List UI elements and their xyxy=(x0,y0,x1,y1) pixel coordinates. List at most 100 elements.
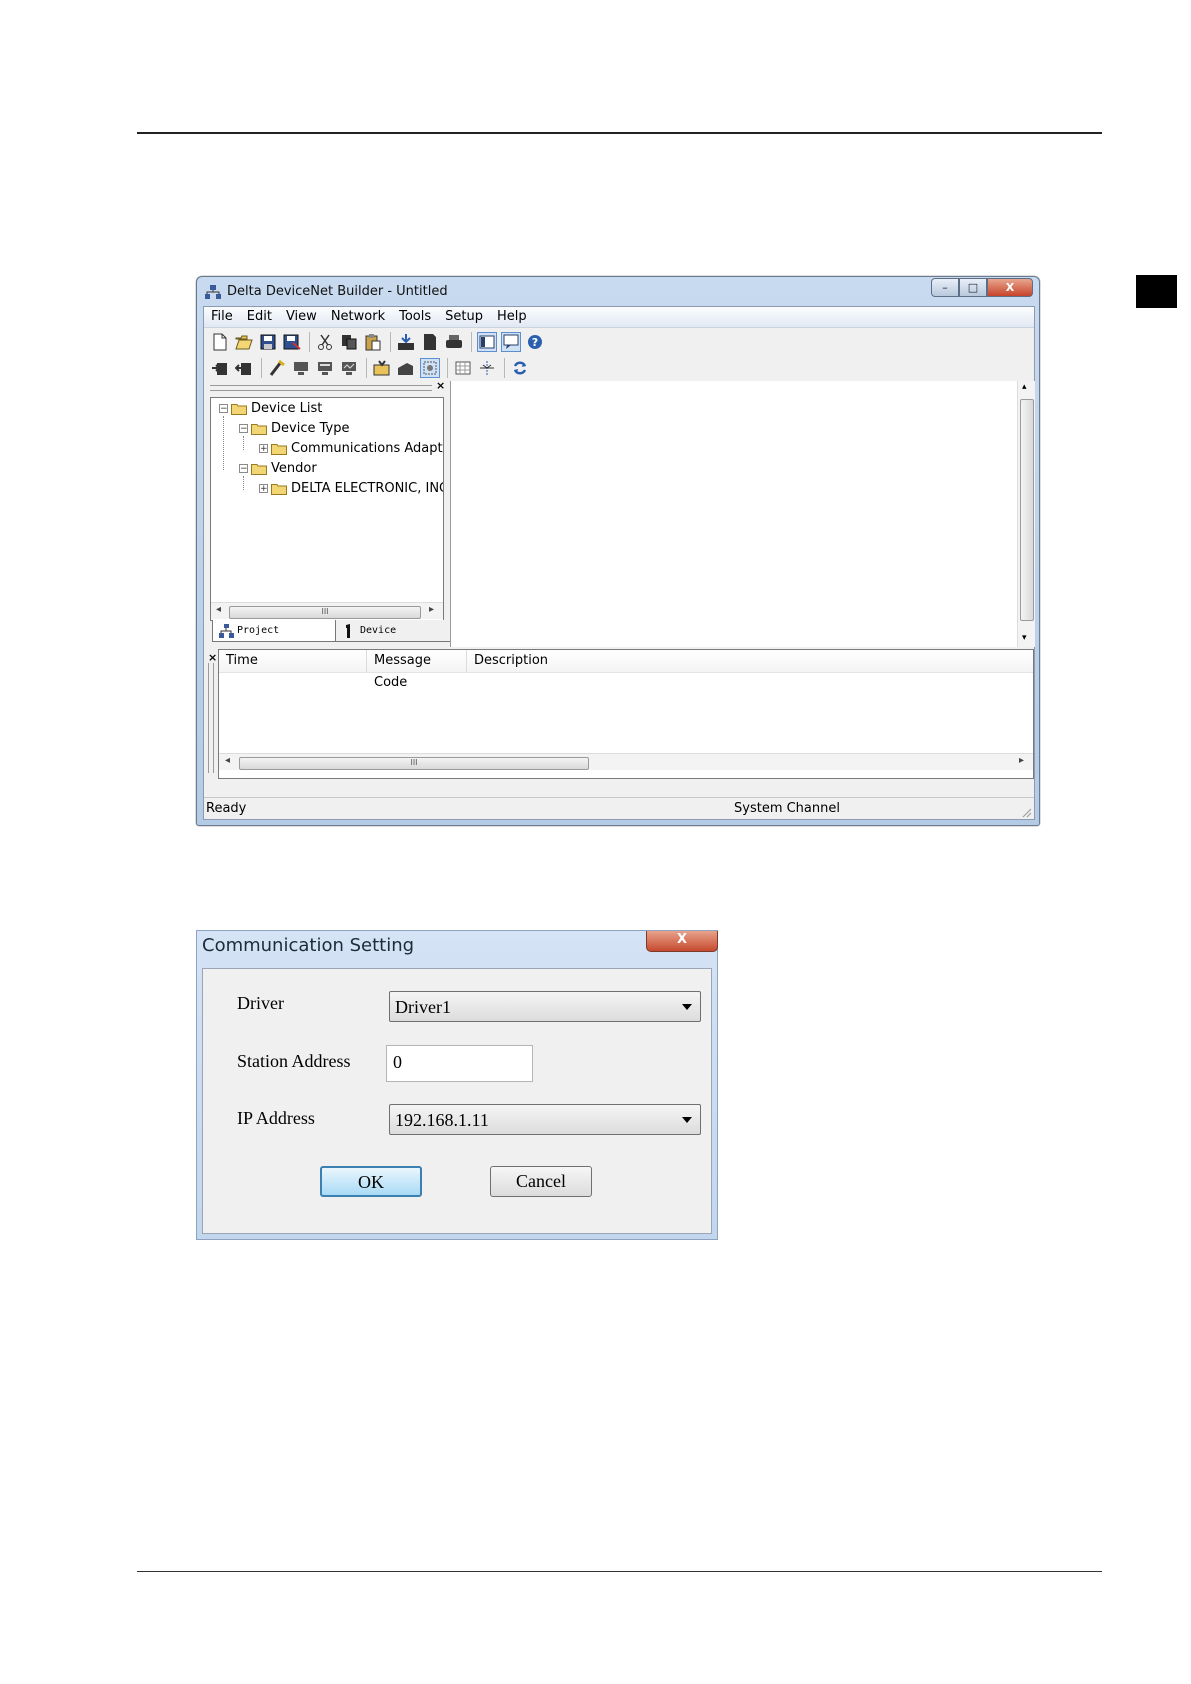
scroll-thumb[interactable]: III xyxy=(229,606,421,619)
menu-setup[interactable]: Setup xyxy=(438,307,490,327)
tree-horizontal-scrollbar[interactable]: ◂ III ▸ xyxy=(211,602,443,619)
device-icon xyxy=(346,623,350,638)
tree-guide-line xyxy=(223,416,224,470)
left-pane-tabs: Project Device xyxy=(212,620,452,642)
dropdown-arrow-icon[interactable] xyxy=(682,1117,692,1123)
diagnose-icon[interactable] xyxy=(339,358,359,378)
toolbar-separator xyxy=(447,358,448,378)
scroll-right-icon[interactable]: ▸ xyxy=(1019,755,1024,766)
scan-icon[interactable] xyxy=(267,358,287,378)
status-bar: Ready System Channel xyxy=(204,797,1034,820)
resize-grip-icon[interactable] xyxy=(1020,806,1032,818)
svg-text:?: ? xyxy=(532,336,538,349)
toolbar-separator xyxy=(471,332,472,352)
column-message-code[interactable]: Message Code xyxy=(367,650,467,690)
collapse-toggle[interactable]: − xyxy=(219,404,228,414)
align-icon[interactable] xyxy=(477,358,497,378)
tree-item-label: Device List xyxy=(251,401,323,416)
toolbar-separator xyxy=(390,332,391,352)
toolbar-separator xyxy=(366,358,367,378)
new-file-icon[interactable] xyxy=(210,332,230,352)
scroll-left-icon[interactable]: ◂ xyxy=(216,604,221,615)
tab-label: Device xyxy=(360,625,397,636)
chapter-tab-underline xyxy=(1136,306,1177,308)
online-icon[interactable] xyxy=(210,358,230,378)
scroll-thumb[interactable] xyxy=(1020,399,1034,621)
cut-icon[interactable] xyxy=(315,332,335,352)
property-icon[interactable] xyxy=(420,358,440,378)
upload-icon[interactable] xyxy=(420,332,440,352)
scroll-up-icon[interactable]: ▴ xyxy=(1022,382,1027,392)
scroll-left-icon[interactable]: ◂ xyxy=(225,755,230,766)
menu-help[interactable]: Help xyxy=(490,307,534,327)
tree-item-vendor[interactable]: − Vendor xyxy=(239,461,317,476)
copy-icon[interactable] xyxy=(339,332,359,352)
tree-guide-line xyxy=(243,436,244,450)
menu-tools[interactable]: Tools xyxy=(392,307,438,327)
load-icon[interactable] xyxy=(372,358,392,378)
tab-project[interactable]: Project xyxy=(212,620,336,642)
maximize-button[interactable]: □ xyxy=(959,278,987,297)
scroll-down-icon[interactable]: ▾ xyxy=(1022,633,1027,643)
close-button[interactable]: X xyxy=(987,278,1033,297)
expand-toggle[interactable]: + xyxy=(259,444,268,454)
tab-device[interactable]: Device xyxy=(336,620,452,642)
network-canvas[interactable]: ▴ ▾ xyxy=(450,381,1035,647)
folder-icon xyxy=(271,483,287,495)
tree-item-label: Device Type xyxy=(271,421,350,436)
dialog-title: Communication Setting xyxy=(202,935,415,956)
station-address-input[interactable]: 0 xyxy=(386,1045,533,1082)
pane-close-button[interactable]: × xyxy=(436,379,445,392)
dropdown-arrow-icon[interactable] xyxy=(682,1004,692,1010)
column-time[interactable]: Time xyxy=(219,650,367,672)
monitor-icon[interactable] xyxy=(291,358,311,378)
cancel-button[interactable]: Cancel xyxy=(490,1166,592,1197)
column-description[interactable]: Description xyxy=(467,650,1033,672)
canvas-vertical-scrollbar[interactable]: ▴ ▾ xyxy=(1017,381,1035,647)
folder-icon xyxy=(251,463,267,475)
open-folder-icon[interactable] xyxy=(234,332,254,352)
tree-item-label: DELTA ELECTRONIC, INC. xyxy=(291,481,444,496)
menu-file[interactable]: File xyxy=(204,307,240,327)
scroll-thumb[interactable]: III xyxy=(239,757,589,770)
tree-item-delta-electronic[interactable]: + DELTA ELECTRONIC, INC. xyxy=(259,481,444,496)
title-bar[interactable]: Delta DeviceNet Builder - Untitled – □ X xyxy=(197,277,1039,305)
offline-icon[interactable] xyxy=(234,358,254,378)
save-icon[interactable] xyxy=(258,332,278,352)
paste-icon[interactable] xyxy=(363,332,383,352)
message-view-icon[interactable] xyxy=(501,332,521,352)
menu-view[interactable]: View xyxy=(279,307,324,327)
message-pane-grip[interactable] xyxy=(208,663,214,773)
menu-edit[interactable]: Edit xyxy=(240,307,279,327)
pane-grip[interactable] xyxy=(210,385,432,391)
ip-address-select[interactable]: 192.168.1.11 xyxy=(389,1104,701,1135)
minimize-button[interactable]: – xyxy=(931,278,959,297)
ip-address-label: IP Address xyxy=(237,1108,315,1128)
download-icon[interactable] xyxy=(396,332,416,352)
ip-address-value: 192.168.1.11 xyxy=(395,1110,489,1130)
expand-toggle[interactable]: + xyxy=(259,484,268,494)
message-list: Time Message Code Description ◂ III ▸ xyxy=(218,649,1034,779)
ok-button[interactable]: OK xyxy=(320,1166,422,1197)
tree-item-device-list[interactable]: − Device List xyxy=(219,401,322,416)
driver-select[interactable]: Driver1 xyxy=(389,991,701,1022)
project-view-icon[interactable] xyxy=(477,332,497,352)
tree-item-device-type[interactable]: − Device Type xyxy=(239,421,349,436)
network-app-icon xyxy=(205,285,221,299)
collapse-toggle[interactable]: − xyxy=(239,424,248,434)
refresh-icon[interactable] xyxy=(510,358,530,378)
print-icon[interactable] xyxy=(444,332,464,352)
config-icon[interactable] xyxy=(315,358,335,378)
message-horizontal-scrollbar[interactable]: ◂ III ▸ xyxy=(219,753,1033,770)
folder-icon xyxy=(271,443,287,455)
menu-network[interactable]: Network xyxy=(324,307,392,327)
scroll-right-icon[interactable]: ▸ xyxy=(429,604,434,615)
tree-item-label: Communications Adapter xyxy=(291,441,444,456)
help-icon[interactable]: ? xyxy=(525,332,545,352)
dialog-close-button[interactable]: X xyxy=(646,931,718,952)
save-as-icon[interactable] xyxy=(282,332,302,352)
collapse-toggle[interactable]: − xyxy=(239,464,248,474)
eds-icon[interactable] xyxy=(396,358,416,378)
grid-icon[interactable] xyxy=(453,358,473,378)
tree-item-communications-adapter[interactable]: + Communications Adapter xyxy=(259,441,444,456)
